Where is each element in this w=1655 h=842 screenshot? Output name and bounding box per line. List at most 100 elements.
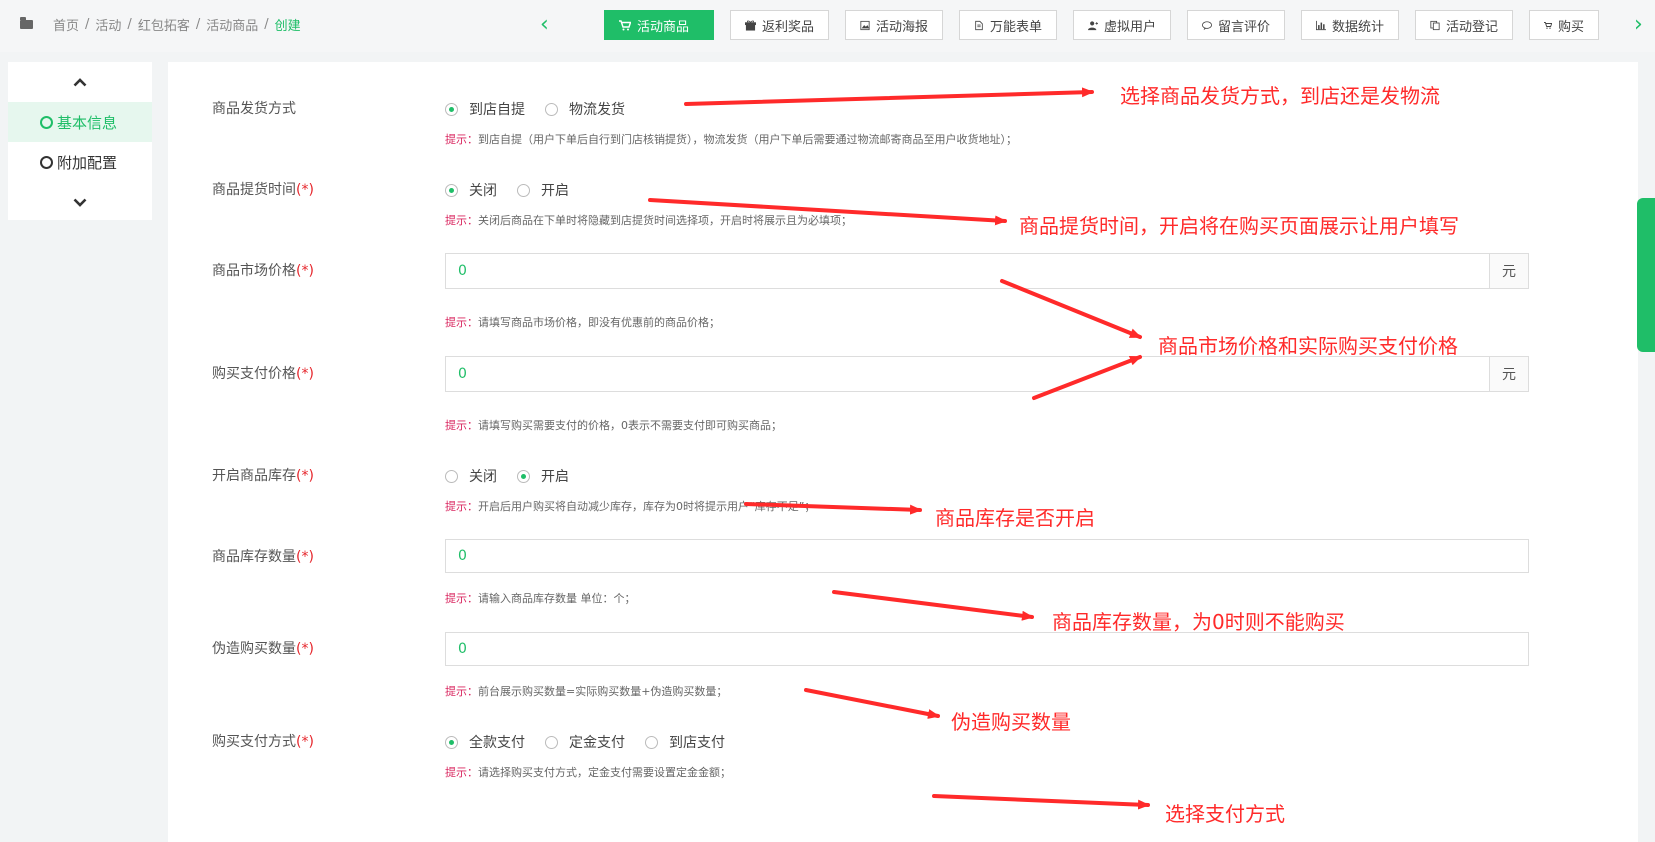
- pay-method-label: 购买支付方式(*): [212, 734, 314, 750]
- radio-unchecked[interactable]: [545, 735, 558, 749]
- fake-qty-value[interactable]: 0: [446, 641, 1528, 657]
- pickup-time-label: 商品提货时间(*): [212, 182, 314, 198]
- tab-registration[interactable]: 活动登记: [1415, 10, 1513, 40]
- annotation-pay-method: 选择支付方式: [1165, 802, 1285, 826]
- breadcrumb-separator: /: [195, 17, 201, 32]
- tab-label: 留言评价: [1217, 19, 1270, 35]
- radio-unchecked[interactable]: [545, 102, 558, 116]
- radio-checked[interactable]: [445, 102, 458, 116]
- tab-statistics[interactable]: 数据统计: [1301, 10, 1399, 40]
- sidebar-scroll-down[interactable]: [8, 182, 152, 222]
- circle-icon: [40, 115, 53, 129]
- breadcrumb-separator: /: [127, 17, 132, 32]
- tab-label: 数据统计: [1331, 19, 1384, 35]
- user-add-icon: [1088, 20, 1098, 30]
- stock-enable-label: 开启商品库存(*): [212, 468, 314, 484]
- tab-virtual-users[interactable]: 虚拟用户: [1073, 10, 1171, 40]
- market-price-label: 商品市场价格(*): [212, 263, 314, 279]
- market-price-tip: 提示：请填写商品市场价格，即没有优惠前的商品价格；: [445, 316, 720, 329]
- tab-label: 活动登记: [1445, 19, 1498, 35]
- image-icon: [860, 20, 870, 30]
- bar-chart-icon: [1316, 20, 1326, 30]
- stock-enable-tip: 提示：开启后用户购买将自动减少库存，库存为0时将提示用户“库存不足”；: [445, 500, 816, 513]
- folder-icon: [20, 17, 33, 29]
- market-price-unit: 元: [1489, 254, 1528, 288]
- radio-checked[interactable]: [445, 183, 458, 197]
- breadcrumb-products[interactable]: 活动商品: [206, 15, 258, 34]
- stock-qty-label: 商品库存数量(*): [212, 549, 314, 565]
- top-bar: 首页 / 活动 / 红包拓客 / 活动商品 / 创建 ‹ 活动商品 返利奖品 活…: [0, 0, 1655, 52]
- pickup-time-option-on[interactable]: 开启: [517, 180, 569, 200]
- circle-icon: [40, 155, 53, 169]
- pay-method-option-deposit[interactable]: 定金支付: [545, 732, 625, 752]
- sidebar-item-label: 附加配置: [57, 153, 118, 172]
- stock-enable-option-on[interactable]: 开启: [517, 466, 569, 486]
- delivery-option-pickup[interactable]: 到店自提: [445, 99, 525, 119]
- tab-label: 虚拟用户: [1103, 19, 1156, 35]
- annotation-pickup-time: 商品提货时间，开启将在购买页面展示让用户填写: [1019, 214, 1459, 238]
- stock-qty-input[interactable]: 0: [445, 539, 1529, 573]
- radio-unchecked[interactable]: [445, 469, 458, 483]
- tab-label: 活动海报: [875, 19, 928, 35]
- chevron-down-icon: [73, 198, 87, 207]
- tab-comments[interactable]: 留言评价: [1187, 10, 1285, 40]
- tab-rebate-prizes[interactable]: 返利奖品: [730, 10, 829, 40]
- gift-icon: [745, 19, 756, 31]
- tab-purchase[interactable]: 购买: [1529, 10, 1599, 40]
- pay-method-option-store[interactable]: 到店支付: [645, 732, 725, 752]
- scroll-right-icon[interactable]: ›: [1634, 10, 1643, 40]
- radio-checked[interactable]: [517, 469, 530, 483]
- fake-qty-input[interactable]: 0: [445, 632, 1529, 666]
- tab-universal-form[interactable]: 万能表单: [959, 10, 1057, 40]
- market-price-input[interactable]: 0 元: [445, 253, 1529, 289]
- scroll-left-icon[interactable]: ‹: [540, 10, 549, 40]
- pay-method-tip: 提示：请选择购买支付方式，定金支付需要设置定金金额；: [445, 766, 731, 779]
- breadcrumb-home[interactable]: 首页: [53, 15, 79, 34]
- radio-unchecked[interactable]: [645, 735, 658, 749]
- pay-price-unit: 元: [1489, 357, 1528, 391]
- document-icon: [975, 20, 983, 30]
- pay-price-value[interactable]: 0: [446, 366, 1489, 382]
- breadcrumb-red-packet[interactable]: 红包拓客: [138, 15, 190, 34]
- pay-price-input[interactable]: 0 元: [445, 356, 1529, 392]
- annotation-prices: 商品市场价格和实际购买支付价格: [1158, 334, 1458, 358]
- pay-method-option-full[interactable]: 全款支付: [445, 732, 525, 752]
- form-panel: 商品发货方式 到店自提 物流发货 提示：到店自提（用户下单后自行到门店核销提货）…: [168, 62, 1638, 842]
- stock-enable-option-off[interactable]: 关闭: [445, 466, 497, 486]
- tab-label: 购买: [1557, 19, 1584, 35]
- delivery-label: 商品发货方式: [212, 101, 296, 117]
- annotation-fake-qty: 伪造购买数量: [951, 710, 1071, 734]
- comment-icon: [1202, 20, 1212, 30]
- delivery-option-shipping[interactable]: 物流发货: [545, 99, 625, 119]
- copy-icon: [1430, 20, 1440, 30]
- pickup-time-radio-group: 关闭 开启: [445, 180, 589, 200]
- sidebar-item-extra-config[interactable]: 附加配置: [8, 142, 152, 182]
- radio-unchecked[interactable]: [517, 183, 530, 197]
- chevron-up-icon: [73, 77, 87, 86]
- sidebar-item-basic-info[interactable]: 基本信息: [8, 102, 152, 142]
- breadcrumb-current: 创建: [274, 19, 301, 34]
- tab-label: 返利奖品: [761, 19, 814, 35]
- section-sidebar: 基本信息 附加配置: [8, 62, 152, 220]
- tab-activity-poster[interactable]: 活动海报: [845, 10, 943, 40]
- fake-qty-label: 伪造购买数量(*): [212, 641, 314, 657]
- stock-qty-value[interactable]: 0: [446, 548, 1528, 564]
- breadcrumb-separator: /: [264, 17, 269, 32]
- sidebar-scroll-up[interactable]: [8, 62, 152, 102]
- tab-label: 活动商品: [637, 19, 690, 35]
- toolbar-tabs: 活动商品 返利奖品 活动海报 万能表单 虚拟用户 留言评价 数据统计 活动登记: [604, 10, 1599, 40]
- annotation-stock-qty: 商品库存数量，为0时则不能购买: [1052, 610, 1345, 634]
- right-side-tab[interactable]: [1637, 198, 1655, 352]
- market-price-value[interactable]: 0: [446, 263, 1489, 279]
- cart-icon: [619, 19, 631, 30]
- pickup-time-option-off[interactable]: 关闭: [445, 180, 497, 200]
- stock-enable-radio-group: 关闭 开启: [445, 466, 589, 486]
- breadcrumb-separator: /: [85, 17, 90, 32]
- tab-activity-products[interactable]: 活动商品: [604, 10, 714, 40]
- pay-price-tip: 提示：请填写购买需要支付的价格，0表示不需要支付即可购买商品；: [445, 419, 782, 432]
- breadcrumb: 首页 / 活动 / 红包拓客 / 活动商品 / 创建: [20, 15, 301, 34]
- sidebar-item-label: 基本信息: [57, 113, 118, 132]
- radio-checked[interactable]: [445, 735, 458, 749]
- pay-method-radio-group: 全款支付 定金支付 到店支付: [445, 732, 745, 752]
- breadcrumb-activity[interactable]: 活动: [95, 15, 121, 34]
